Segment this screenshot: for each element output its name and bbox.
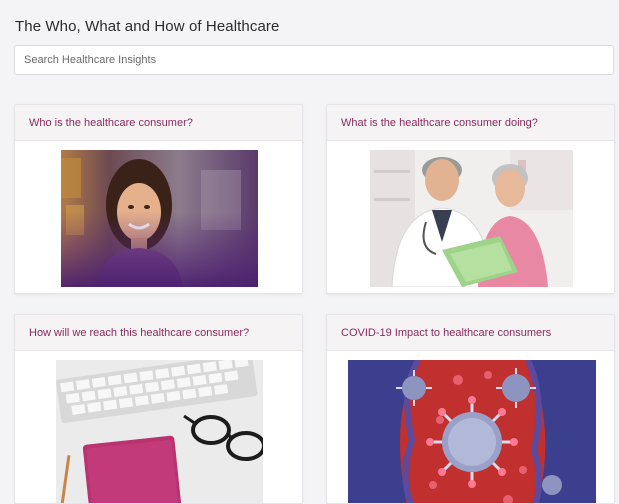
card-header: COVID-19 Impact to healthcare consumers <box>327 315 614 351</box>
card-title[interactable]: How will we reach this healthcare consum… <box>29 327 249 339</box>
card-who-consumer[interactable]: Who is the healthcare consumer? <box>14 104 303 294</box>
page-title: The Who, What and How of Healthcare <box>15 18 280 35</box>
card-title[interactable]: Who is the healthcare consumer? <box>29 117 193 129</box>
card-header: What is the healthcare consumer doing? <box>327 105 614 141</box>
card-how-reach-consumer[interactable]: How will we reach this healthcare consum… <box>14 314 303 504</box>
doctor-patient-photo[interactable] <box>370 150 573 287</box>
card-covid-impact[interactable]: COVID-19 Impact to healthcare consumers <box>326 314 615 504</box>
card-title[interactable]: COVID-19 Impact to healthcare consumers <box>341 327 551 339</box>
coronavirus-photo[interactable] <box>348 360 596 504</box>
card-header: How will we reach this healthcare consum… <box>15 315 302 351</box>
card-title[interactable]: What is the healthcare consumer doing? <box>341 117 538 129</box>
card-header: Who is the healthcare consumer? <box>15 105 302 141</box>
card-what-consumer-doing[interactable]: What is the healthcare consumer doing? <box>326 104 615 294</box>
search-input[interactable] <box>14 45 614 75</box>
smiling-woman-photo[interactable] <box>61 150 258 287</box>
keyboard-notebook-glasses-photo[interactable] <box>56 360 263 504</box>
